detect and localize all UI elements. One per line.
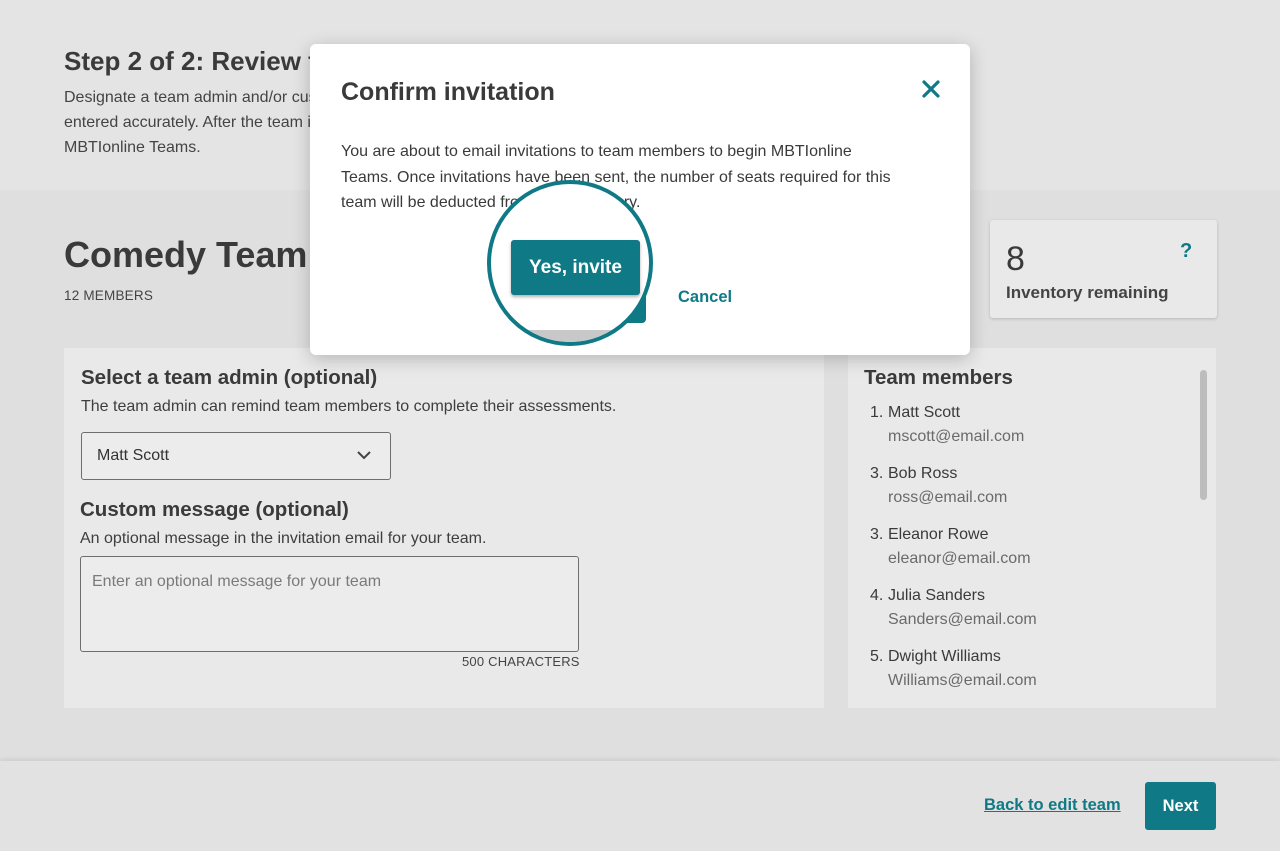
yes-invite-button[interactable]: Yes, invite — [511, 240, 640, 295]
magnifier-callout: Yes, invite — [487, 180, 653, 346]
inventory-count: 8 — [1006, 240, 1025, 278]
close-icon[interactable] — [920, 78, 942, 100]
member-number: 3. — [870, 465, 884, 482]
member-name: Julia Sanders — [888, 587, 985, 604]
help-icon[interactable]: ? — [1180, 240, 1192, 263]
confirm-invitation-dialog: Confirm invitation You are about to emai… — [310, 44, 970, 355]
member-number: 3. — [870, 526, 884, 543]
team-members-panel: Team members 1. Matt Scott mscott@email.… — [848, 348, 1216, 708]
member-name: Bob Ross — [888, 465, 958, 482]
member-name: Dwight Williams — [888, 648, 1001, 665]
footer-bar: Back to edit team Next — [0, 761, 1280, 851]
chevron-down-icon — [357, 451, 371, 460]
next-button[interactable]: Next — [1145, 782, 1216, 830]
team-member-count: 12 MEMBERS — [64, 288, 154, 303]
team-admin-select[interactable]: Matt Scott — [81, 432, 391, 480]
member-number: 4. — [870, 587, 884, 604]
member-number: 1. — [870, 404, 884, 421]
member-email: mscott@email.com — [888, 428, 1025, 445]
member-name: Matt Scott — [888, 404, 961, 421]
inventory-card: 8 Inventory remaining ? — [990, 220, 1217, 318]
message-description: An optional message in the invitation em… — [80, 530, 487, 547]
member-email: eleanor@email.com — [888, 550, 1031, 567]
character-count: 500 CHARACTERS — [462, 654, 580, 669]
dialog-body-line: Teams. Once invitations have been sent, … — [341, 168, 891, 186]
message-heading: Custom message (optional) — [80, 498, 349, 521]
custom-message-input[interactable] — [81, 557, 578, 651]
team-admin-selected: Matt Scott — [97, 447, 170, 464]
inventory-label: Inventory remaining — [1006, 283, 1169, 302]
cancel-button[interactable]: Cancel — [678, 288, 732, 307]
member-email: ross@email.com — [888, 489, 1008, 506]
dialog-body: You are about to email invitations to te… — [341, 139, 941, 216]
team-settings-panel: Select a team admin (optional) The team … — [64, 348, 824, 708]
back-to-edit-team-link[interactable]: Back to edit team — [984, 796, 1121, 815]
members-scrollbar[interactable] — [1200, 370, 1207, 500]
member-name: Eleanor Rowe — [888, 526, 989, 543]
dialog-body-line: You are about to email invitations to te… — [341, 143, 852, 160]
member-email: Williams@email.com — [888, 672, 1037, 689]
dialog-title: Confirm invitation — [341, 78, 555, 106]
dialog-body-line: team will be deducted from your inventor… — [341, 194, 641, 211]
team-name: Comedy Team — [64, 234, 308, 275]
team-members-title: Team members — [864, 366, 1013, 389]
admin-heading: Select a team admin (optional) — [81, 366, 378, 389]
member-email: Sanders@email.com — [888, 611, 1037, 628]
member-number: 5. — [870, 648, 884, 665]
custom-message-field-wrapper — [80, 556, 579, 652]
admin-description: The team admin can remind team members t… — [81, 398, 617, 415]
